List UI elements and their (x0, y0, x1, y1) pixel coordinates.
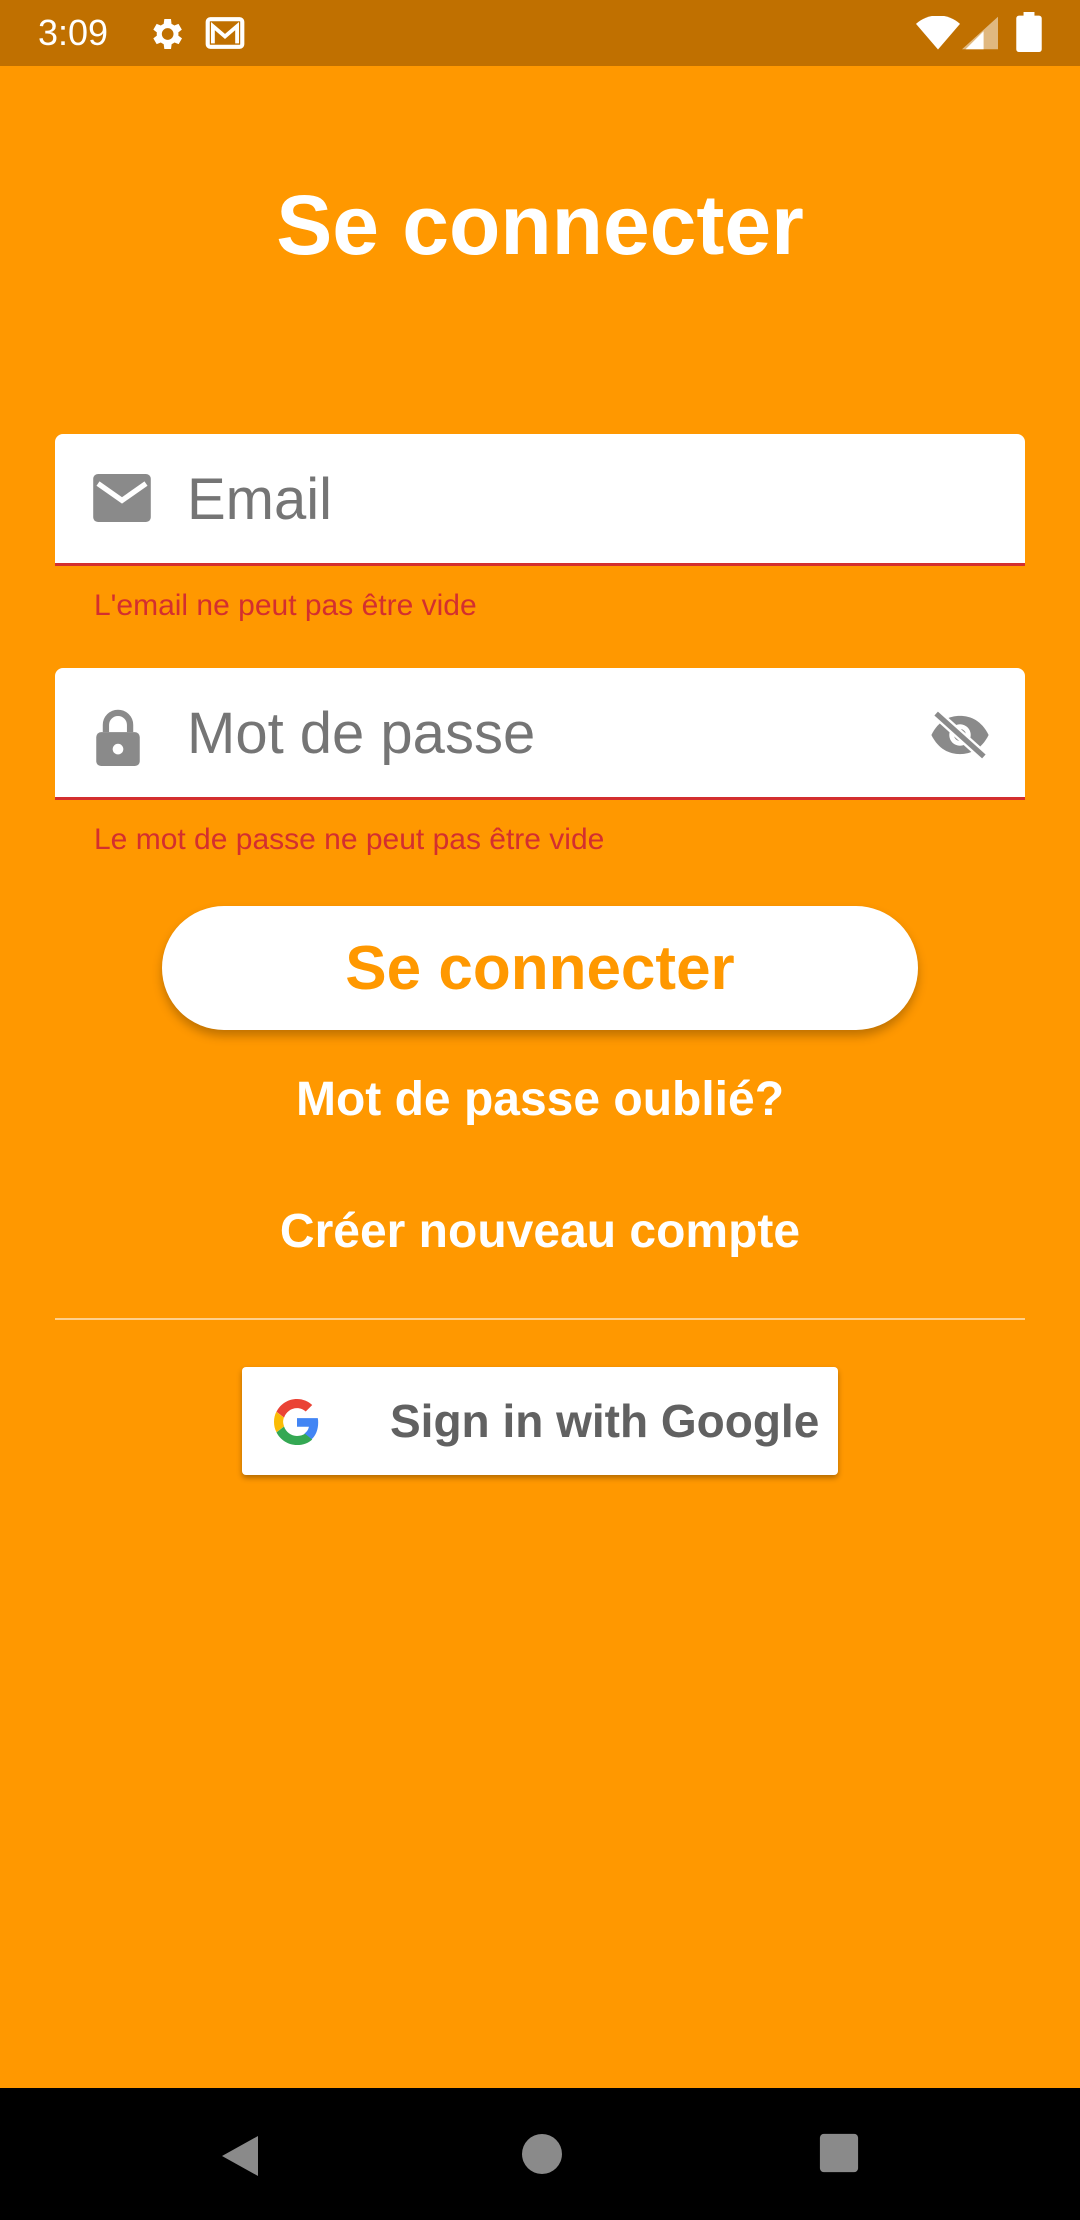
email-icon (93, 474, 151, 527)
back-icon[interactable] (218, 2132, 262, 2185)
google-sign-in-label: Sign in with Google (390, 1395, 820, 1447)
status-time: 3:09 (38, 12, 109, 53)
forgot-password-link[interactable]: Mot de passe oublié? (0, 1070, 1080, 1130)
status-bar: 3:09 (0, 0, 1080, 66)
google-sign-in-button[interactable]: Sign in with Google (242, 1367, 838, 1475)
password-error: Le mot de passe ne peut pas être vide (94, 823, 605, 856)
divider (55, 1318, 1025, 1320)
battery-icon (1016, 12, 1042, 57)
email-field[interactable] (55, 434, 1025, 566)
create-account-link[interactable]: Créer nouveau compte (0, 1202, 1080, 1262)
lock-icon (93, 708, 143, 771)
page-title: Se connecter (276, 178, 804, 272)
home-icon[interactable] (520, 2132, 564, 2181)
recents-icon[interactable] (818, 2132, 860, 2179)
signal-icon (962, 16, 998, 55)
google-logo-icon (273, 1399, 320, 1450)
password-input[interactable] (187, 698, 907, 768)
login-button[interactable]: Se connecter (162, 906, 918, 1030)
navigation-bar (0, 2088, 1080, 2220)
email-error: L'email ne peut pas être vide (94, 589, 477, 622)
password-field[interactable] (55, 668, 1025, 800)
mail-icon (204, 14, 246, 57)
email-input[interactable] (187, 464, 907, 534)
gear-icon (146, 14, 186, 59)
wifi-icon (916, 15, 960, 55)
visibility-off-icon[interactable] (929, 709, 991, 765)
